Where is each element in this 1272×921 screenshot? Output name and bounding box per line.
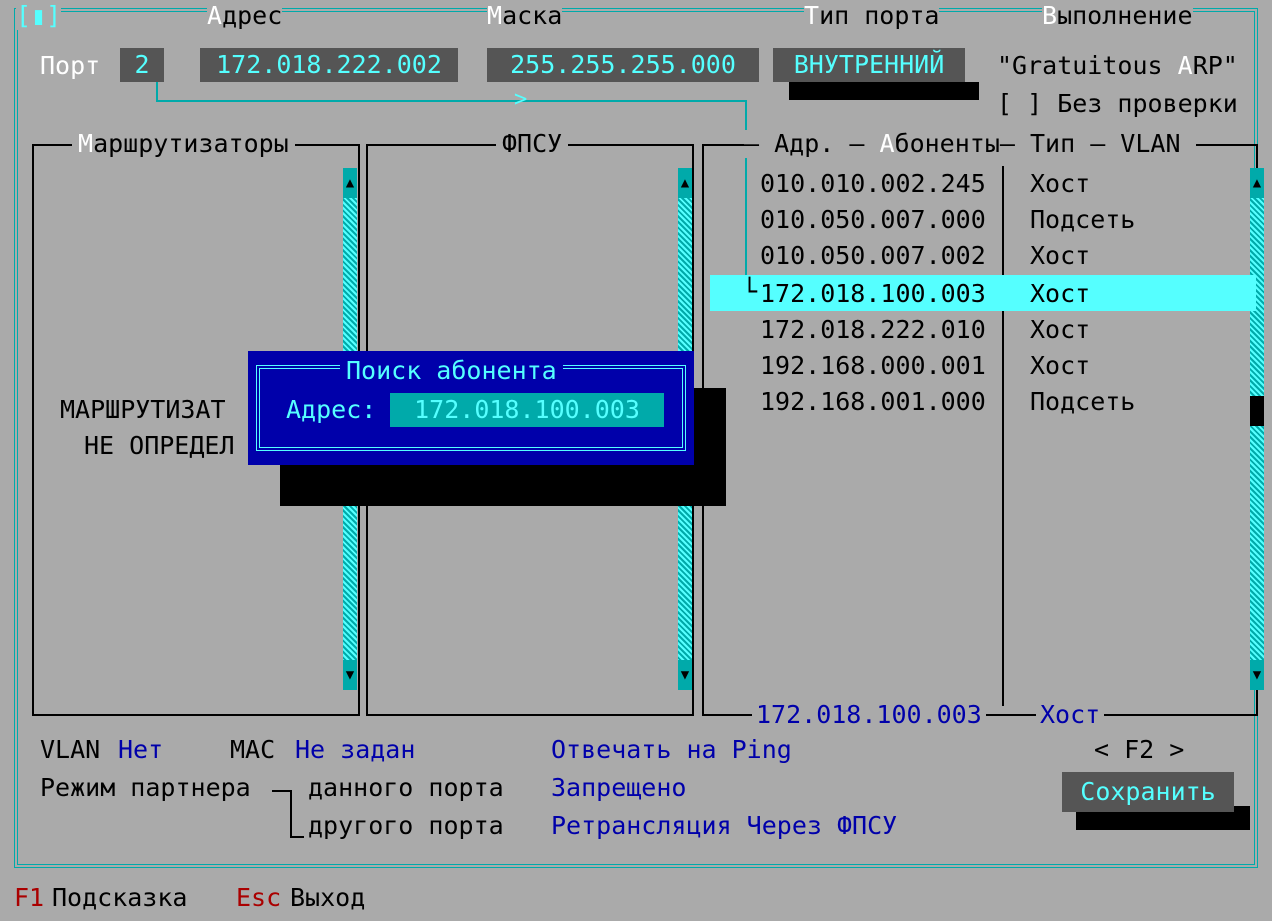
window-control[interactable]: [▮] [16, 2, 62, 30]
mac-label: MAC [230, 735, 276, 764]
subscriber-type[interactable]: Хост [1030, 170, 1090, 198]
scroll-down-icon[interactable]: ▼ [343, 660, 357, 690]
scroll-down-icon[interactable]: ▼ [1250, 660, 1264, 690]
current-subscriber-type: Хост [1036, 701, 1105, 729]
scroll-up-icon[interactable]: ▲ [1250, 168, 1264, 198]
routers-panel-title: Маршрутизаторы [72, 130, 295, 158]
subscriber-type[interactable]: Хост [1030, 242, 1090, 270]
search-address-label: Адрес: [286, 395, 377, 424]
search-address-input[interactable]: 172.018.100.003 [390, 393, 664, 427]
subscriber-address-selected[interactable]: 172.018.100.003 [760, 280, 986, 308]
mac-value[interactable]: Не задан [295, 736, 415, 764]
port-mask-field[interactable]: 255.255.255.000 [487, 48, 759, 82]
subscriber-type[interactable]: Подсеть [1030, 388, 1135, 416]
execution-column-label: Выполнение [1042, 1, 1193, 30]
subscriber-address[interactable]: 192.168.001.000 [760, 388, 986, 416]
esc-label[interactable]: Выход [290, 884, 365, 912]
bracket-line [272, 790, 290, 792]
bracket-line [290, 836, 304, 838]
current-subscriber-address: 172.018.100.003 [752, 701, 986, 729]
connector-line [156, 100, 746, 102]
connector-corner-icon: └ [742, 277, 758, 306]
partner-mode-label: Режим партнера [40, 773, 251, 802]
subscriber-type[interactable]: Хост [1030, 352, 1090, 380]
other-port-value[interactable]: Ретрансляция Через ФПСУ [551, 812, 897, 840]
gratuitous-arp-option[interactable]: "Gratuitous ARP" [997, 52, 1238, 80]
subscribers-panel-title: — Адр. — Абоненты— Тип — VLAN [744, 129, 1196, 158]
mask-column-label: Маска [487, 1, 563, 30]
fpsu-panel-title: ФПСУ [496, 130, 569, 158]
vlan-value[interactable]: Нет [118, 736, 163, 764]
subscribers-scrollbar[interactable] [1250, 168, 1264, 690]
no-check-checkbox[interactable]: [ ] Без проверки [997, 90, 1238, 118]
routers-empty-message: НЕ ОПРЕДЕЛ [84, 431, 235, 460]
port-address-field[interactable]: 172.018.222.002 [200, 48, 458, 82]
esc-key[interactable]: Esc [236, 884, 281, 912]
subscriber-address[interactable]: 010.050.007.000 [760, 206, 986, 234]
this-port-label: данного порта [308, 773, 504, 802]
search-dialog-title: Поиск абонента [340, 357, 563, 385]
this-port-value[interactable]: Запрещено [551, 774, 686, 802]
subscriber-address[interactable]: 172.018.222.010 [760, 316, 986, 344]
ping-option[interactable]: Отвечать на Ping [551, 736, 792, 764]
subscriber-address[interactable]: 010.050.007.002 [760, 242, 986, 270]
port-type-shadow [789, 82, 979, 100]
scroll-up-icon[interactable]: ▲ [678, 168, 692, 198]
other-port-label: другого порта [308, 811, 504, 840]
f1-key[interactable]: F1 [14, 884, 44, 912]
subscriber-address[interactable]: 192.168.000.001 [760, 352, 986, 380]
connector-arrow-icon: > [514, 87, 528, 112]
port-number-field[interactable]: 2 [120, 48, 164, 82]
save-button[interactable]: Сохранить [1062, 772, 1234, 812]
vlan-label: VLAN [40, 735, 101, 764]
subscriber-type[interactable]: Подсеть [1030, 206, 1135, 234]
bracket-line [290, 790, 292, 838]
subscriber-type[interactable]: Хост [1030, 316, 1090, 344]
port-label: Порт [40, 51, 101, 80]
routers-empty-message: МАРШРУТИЗАТ [60, 395, 226, 424]
subscriber-type-selected[interactable]: Хост [1030, 280, 1090, 308]
port-type-button[interactable]: ВНУТРЕННИЙ [773, 48, 965, 82]
subscribers-column-divider [1002, 166, 1004, 706]
scroll-down-icon[interactable]: ▼ [678, 660, 692, 690]
save-hotkey: < F2 > [1094, 735, 1185, 764]
scroll-up-icon[interactable]: ▲ [343, 168, 357, 198]
f1-label[interactable]: Подсказка [52, 884, 187, 912]
search-dialog: Поиск абонента Адрес: 172.018.100.003 [248, 351, 694, 465]
address-column-label: Адрес [207, 1, 283, 30]
port-type-column-label: Тип порта [804, 1, 940, 30]
scroll-thumb[interactable] [1250, 396, 1264, 426]
subscriber-address[interactable]: 010.010.002.245 [760, 170, 986, 198]
connector-line [156, 82, 158, 102]
